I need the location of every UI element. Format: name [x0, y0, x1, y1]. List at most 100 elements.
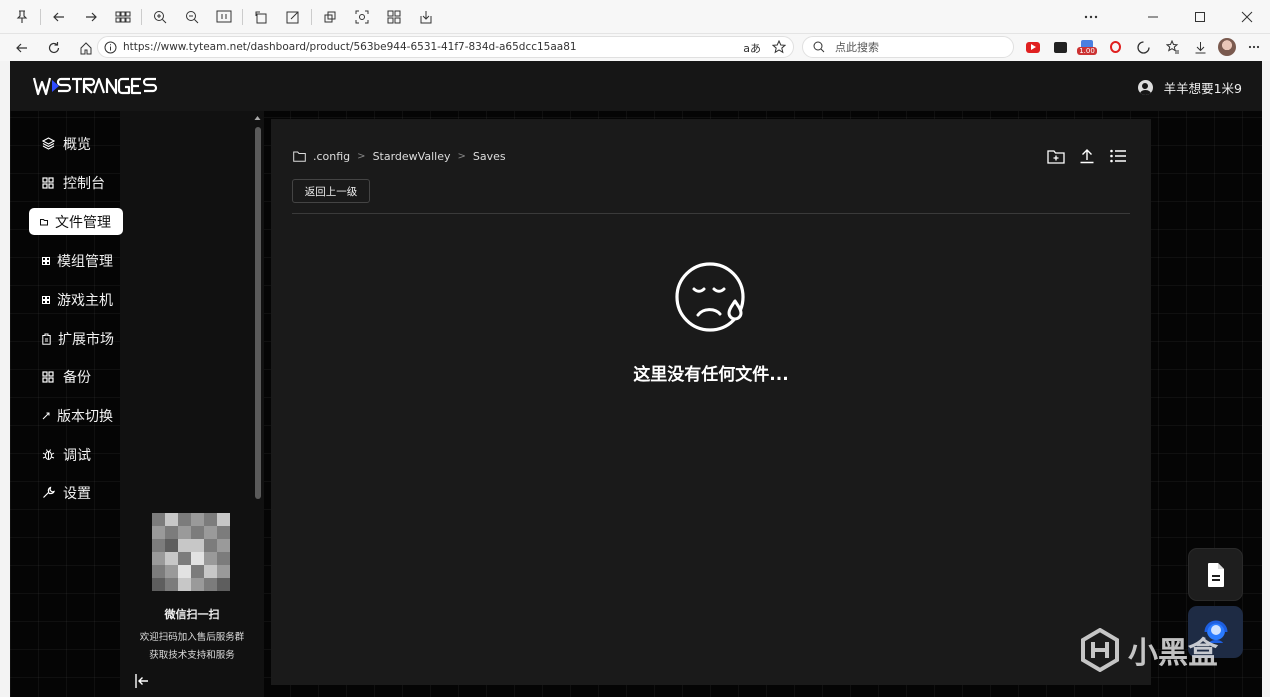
- logo[interactable]: [32, 76, 160, 99]
- folder-icon: [39, 215, 48, 229]
- search-placeholder: 点此搜索: [835, 41, 879, 54]
- app-header: 羊羊想要1米9: [10, 61, 1262, 111]
- browser-toolbar: [0, 0, 1270, 34]
- favorites-icon[interactable]: [1162, 37, 1184, 57]
- sidebar-item-market[interactable]: 扩展市场: [29, 325, 114, 352]
- logo-graphic: [32, 77, 158, 96]
- sidebar-item-label: 调试: [63, 447, 91, 464]
- grid-icon: [41, 370, 55, 384]
- sidebar-item-game-host[interactable]: 游戏主机: [29, 286, 113, 313]
- crop-icon[interactable]: [314, 3, 346, 31]
- bug-icon: [41, 448, 55, 462]
- opera-ext-icon[interactable]: [1104, 37, 1126, 57]
- forward-icon[interactable]: [75, 3, 107, 31]
- apps-icon[interactable]: [378, 3, 410, 31]
- more-icon[interactable]: [1075, 0, 1107, 34]
- close-icon[interactable]: [1223, 0, 1270, 34]
- breadcrumb-item[interactable]: .config: [313, 150, 350, 163]
- sidebar-item-mods[interactable]: 模组管理: [29, 247, 113, 274]
- sidebar-item-settings[interactable]: 设置: [29, 479, 91, 506]
- store-icon: [41, 332, 51, 346]
- edit-icon[interactable]: [277, 3, 309, 31]
- address-bar[interactable]: https://www.tyteam.net/dashboard/product…: [97, 36, 794, 58]
- sidebar-scrollbar-thumb[interactable]: [255, 127, 261, 499]
- tab-grid-icon[interactable]: [107, 3, 139, 31]
- qr-line-2: 获取技术支持和服务: [149, 650, 235, 661]
- breadcrumb: .config > StardewValley > Saves: [293, 150, 506, 163]
- search-icon: [813, 41, 825, 53]
- empty-state-message: 这里没有任何文件...: [633, 365, 789, 385]
- chevron-right-icon: >: [457, 151, 466, 162]
- folder-icon: [293, 151, 306, 162]
- switch-icon: [41, 409, 50, 423]
- collapse-sidebar-icon[interactable]: [134, 673, 150, 692]
- sidebar-item-label: 文件管理: [55, 214, 111, 231]
- watermark: 小黑盒: [1080, 628, 1218, 672]
- pin-icon[interactable]: [6, 3, 38, 31]
- breadcrumb-item[interactable]: StardewValley: [373, 150, 451, 163]
- back-icon[interactable]: [43, 3, 75, 31]
- sidebar-item-label: 设置: [63, 485, 91, 502]
- list-view-icon[interactable]: [1102, 145, 1133, 167]
- zoom-in-icon[interactable]: [144, 3, 176, 31]
- xiaoheihe-logo-icon: [1081, 628, 1119, 672]
- search-box[interactable]: 点此搜索: [802, 36, 1014, 58]
- qr-title: 微信扫一扫: [164, 608, 220, 621]
- sidebar-item-overview[interactable]: 概览: [29, 130, 91, 157]
- grid-icon: [41, 293, 50, 307]
- sidebar-item-label: 扩展市场: [58, 331, 114, 348]
- sync-ext-icon[interactable]: 1.00: [1076, 37, 1098, 57]
- maximize-icon[interactable]: [1176, 0, 1223, 34]
- new-folder-icon[interactable]: [1040, 145, 1071, 167]
- file-actions: [1040, 145, 1133, 167]
- grid-icon: [41, 254, 50, 268]
- download-page-icon[interactable]: [410, 3, 442, 31]
- profile-avatar[interactable]: [1216, 37, 1238, 57]
- watermark-text: 小黑盒: [1128, 636, 1218, 671]
- downloads-icon[interactable]: [1189, 37, 1211, 57]
- extensions-icon[interactable]: [1132, 37, 1154, 57]
- toolbar-divider: [242, 8, 243, 25]
- sidebar-item-label: 概览: [63, 136, 91, 153]
- minimize-icon[interactable]: [1129, 0, 1176, 34]
- document-button[interactable]: [1188, 548, 1243, 601]
- user-avatar-icon: [1137, 80, 1153, 95]
- youtube-ext-icon[interactable]: [1022, 37, 1044, 57]
- sad-face-icon: [674, 259, 750, 338]
- rotate-icon[interactable]: [245, 3, 277, 31]
- sidebar-item-label: 模组管理: [57, 253, 113, 270]
- username: 羊羊想要1米9: [1163, 81, 1242, 96]
- refresh-icon[interactable]: [38, 34, 70, 62]
- toolbar-divider: [141, 8, 142, 25]
- toolbar-divider: [311, 8, 312, 25]
- wrench-icon: [41, 486, 55, 500]
- browser-more-icon[interactable]: [1243, 37, 1265, 57]
- ext-badge: 1.00: [1077, 46, 1097, 55]
- sidebar-item-files[interactable]: 文件管理: [29, 208, 123, 235]
- breadcrumb-item[interactable]: Saves: [473, 150, 506, 163]
- toolbar-divider: [40, 8, 41, 25]
- favorite-star-icon[interactable]: [772, 40, 786, 54]
- mask-ext-icon[interactable]: [1049, 37, 1071, 57]
- zoom-out-icon[interactable]: [176, 3, 208, 31]
- sidebar-item-label: 控制台: [63, 175, 105, 192]
- grid-icon: [41, 176, 55, 190]
- app-viewport: 羊羊想要1米9 概览 控制台 文件管理 模组管理 游戏主机 扩展市场 备份 版本…: [10, 61, 1262, 697]
- chevron-right-icon: >: [357, 151, 366, 162]
- fit-page-icon[interactable]: [208, 3, 240, 31]
- layers-icon: [41, 137, 55, 151]
- screenshot-icon[interactable]: [346, 3, 378, 31]
- sidebar-item-console[interactable]: 控制台: [29, 169, 105, 196]
- translate-icon[interactable]: aあ: [743, 40, 761, 56]
- site-info-icon[interactable]: [104, 41, 117, 54]
- file-manager-panel: .config > StardewValley > Saves 返回上一级 这里…: [271, 119, 1151, 685]
- url-text[interactable]: https://www.tyteam.net/dashboard/product…: [123, 41, 577, 53]
- sidebar-item-version[interactable]: 版本切换: [29, 402, 113, 429]
- nav-back-icon[interactable]: [6, 34, 38, 62]
- upload-icon[interactable]: [1071, 145, 1102, 167]
- sidebar-item-backup[interactable]: 备份: [29, 363, 91, 390]
- qr-line-1: 欢迎扫码加入售后服务群: [139, 632, 245, 643]
- user-menu[interactable]: 羊羊想要1米9: [1137, 78, 1242, 97]
- back-to-parent-button[interactable]: 返回上一级: [292, 179, 370, 203]
- sidebar-item-debug[interactable]: 调试: [29, 441, 91, 468]
